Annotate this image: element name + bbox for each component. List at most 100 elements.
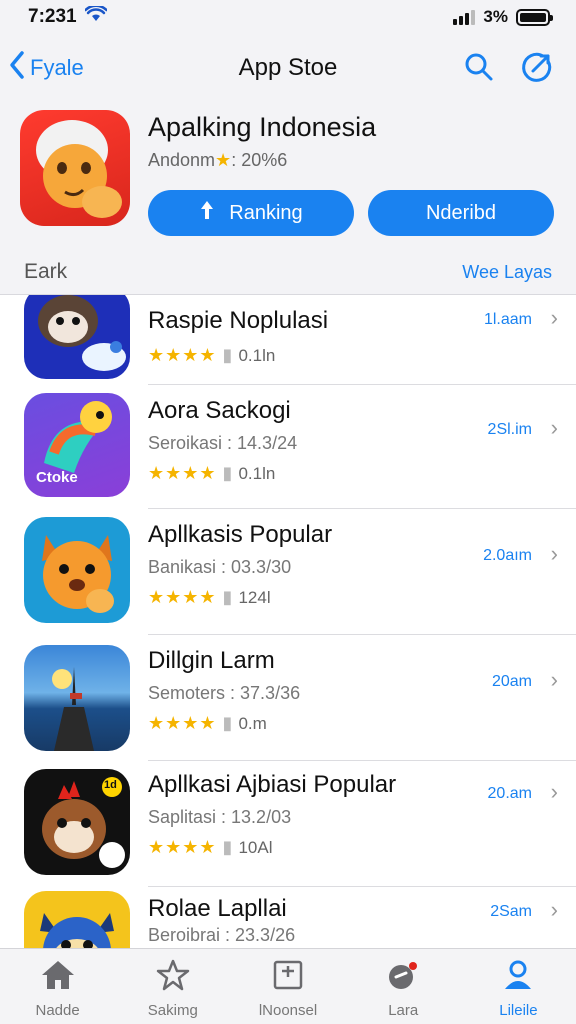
- app-subtitle: Banikasi : 03.3/30: [148, 557, 292, 577]
- tab-label: Nadde: [35, 1002, 80, 1019]
- status-left: 7:231: [28, 4, 108, 28]
- app-icon-tower: [24, 645, 130, 751]
- nav-actions: [462, 50, 554, 84]
- chevron-right-icon[interactable]: ›: [551, 541, 558, 567]
- featured-subtitle: Andonm★: 20%6: [148, 150, 287, 171]
- featured-app[interactable]: Apalking Indonesia Andonm★: 20%6 Ranking…: [20, 108, 560, 238]
- rating-stars: ★★★★: [148, 837, 217, 857]
- tab-home[interactable]: Nadde: [0, 949, 115, 1024]
- game-icon: [386, 959, 420, 996]
- list-item[interactable]: Rolae Lapllai Beroibrai : 23.3/26 2Sam ›: [0, 887, 576, 948]
- compass-icon[interactable]: [520, 50, 554, 84]
- tab-label: Sakimg: [147, 1002, 198, 1019]
- app-icon-bear: [24, 891, 130, 948]
- app-rating: ★★★★ ▮ 0.m: [148, 713, 267, 734]
- rating-stars: ★★★★: [148, 713, 217, 733]
- star-icon: [156, 959, 190, 996]
- status-time: 7:231: [28, 6, 77, 27]
- app-rating: ★★★★ ▮ 0.1ln: [148, 345, 275, 366]
- half-star-icon: ▮: [222, 345, 233, 365]
- tab-label: Lileile: [499, 1002, 538, 1019]
- half-star-icon: ▮: [222, 587, 233, 607]
- app-subtitle: Beroibrai : 23.3/26: [148, 925, 296, 945]
- battery-percent: 3%: [483, 7, 508, 26]
- half-star-icon: ▮: [222, 463, 233, 483]
- status-right: 3%: [453, 7, 553, 27]
- app-rating: ★★★★ ▮ 10Al: [148, 837, 272, 858]
- chevron-right-icon[interactable]: ›: [551, 897, 558, 923]
- app-size: 2Sl.im: [487, 421, 532, 438]
- second-action-button[interactable]: Nderibd: [368, 190, 554, 236]
- app-icon-raccoon: [24, 295, 130, 379]
- see-all-link[interactable]: Wee Layas: [462, 262, 552, 283]
- half-star-icon: ▮: [222, 713, 233, 733]
- nav-bar: Fyale App Stoe: [0, 44, 576, 88]
- app-icon-badge: 1d: [104, 779, 117, 791]
- tab-apps[interactable]: lNoonsel: [230, 949, 345, 1024]
- rating-stars: ★★★★: [148, 587, 217, 607]
- rating-text: 10Al: [238, 837, 273, 857]
- person-icon: [502, 959, 534, 996]
- chevron-right-icon[interactable]: ›: [551, 305, 558, 331]
- tab-label: Lara: [388, 1002, 419, 1019]
- section-title: Eark: [24, 260, 68, 283]
- tab-profile[interactable]: Lileile: [461, 949, 576, 1024]
- rating-text: 0.m: [238, 713, 267, 733]
- list-item[interactable]: Ctoke Aora Sackogi Seroikasi : 14.3/24 ★…: [0, 385, 576, 509]
- app-title: Aora Sackogi: [148, 397, 291, 424]
- app-size: 2Sam: [490, 903, 532, 920]
- app-size: 20.am: [487, 785, 532, 802]
- featured-subtitle-prefix: Andonm: [148, 150, 216, 170]
- app-icon-fox: [24, 517, 130, 623]
- featured-star-icon: ★: [215, 150, 232, 170]
- section-header: Eark Wee Layas: [0, 256, 576, 292]
- rating-stars: ★★★★: [148, 463, 217, 483]
- app-size: 20am: [491, 673, 532, 690]
- app-rating: ★★★★ ▮ 0.1ln: [148, 463, 275, 484]
- chevron-right-icon[interactable]: ›: [551, 667, 558, 693]
- app-icon-bird: Ctoke: [24, 393, 130, 497]
- featured-title: Apalking Indonesia: [148, 112, 377, 142]
- app-icon-dog: 1d: [24, 769, 130, 875]
- list-item[interactable]: Dillgin Larm Semoters : 37.3/36 ★★★★ ▮ 0.m…: [0, 635, 576, 761]
- rating-text: 0.1ln: [238, 463, 276, 483]
- featured-subtitle-suffix: : 20%6: [231, 150, 288, 170]
- app-icon-label: Ctoke: [36, 469, 78, 486]
- list-item[interactable]: 1d Apllkasi Ajbiasi Popular Saplitasi : …: [0, 761, 576, 887]
- rating-text: 124l: [238, 587, 271, 607]
- list-item[interactable]: Apllkasis Popular Banikasi : 03.3/30 ★★★…: [0, 509, 576, 635]
- search-icon[interactable]: [462, 50, 496, 84]
- app-size: 1l.aam: [483, 311, 532, 328]
- app-title: Raspie Noplulasi: [148, 307, 329, 334]
- app-title: Apllkasis Popular: [148, 521, 333, 548]
- app-list[interactable]: Raspie Noplulasi ★★★★ ▮ 0.1ln 1l.aam › Cto…: [0, 294, 576, 948]
- list-item[interactable]: Raspie Noplulasi ★★★★ ▮ 0.1ln 1l.aam ›: [0, 295, 576, 385]
- app-subtitle: Saplitasi : 13.2/03: [148, 807, 292, 827]
- ranking-button[interactable]: Ranking: [148, 190, 354, 236]
- app-rating: ★★★★ ▮ 124l: [148, 587, 271, 608]
- app-subtitle: Semoters : 37.3/36: [148, 683, 301, 703]
- app-title: Apllkasi Ajbiasi Popular: [148, 771, 397, 798]
- app-title: Rolae Lapllai: [148, 895, 287, 922]
- app-size: 2.0aım: [483, 547, 532, 564]
- tab-ranking[interactable]: Sakimg: [115, 949, 230, 1024]
- featured-app-icon: [20, 110, 130, 226]
- home-icon: [40, 959, 76, 996]
- battery-icon: [516, 8, 553, 26]
- chevron-right-icon[interactable]: ›: [551, 779, 558, 805]
- wifi-icon: [83, 4, 108, 28]
- signal-icon: [453, 9, 476, 25]
- rating-text: 0.1ln: [238, 345, 276, 365]
- arrow-up-icon: [199, 199, 215, 227]
- apps-icon: [272, 959, 304, 996]
- app-title: Dillgin Larm: [148, 647, 275, 674]
- ranking-button-label: Ranking: [229, 201, 303, 224]
- tab-label: lNoonsel: [258, 1002, 318, 1019]
- chevron-right-icon[interactable]: ›: [551, 415, 558, 441]
- tab-games[interactable]: Lara: [346, 949, 461, 1024]
- half-star-icon: ▮: [222, 837, 233, 857]
- rating-stars: ★★★★: [148, 345, 217, 365]
- header-area: Fyale App Stoe Apalking Indonesia Andonm…: [0, 34, 576, 294]
- tab-bar: Nadde Sakimg lNoonsel Lara Lileile: [0, 948, 576, 1024]
- app-subtitle: Seroikasi : 14.3/24: [148, 433, 298, 453]
